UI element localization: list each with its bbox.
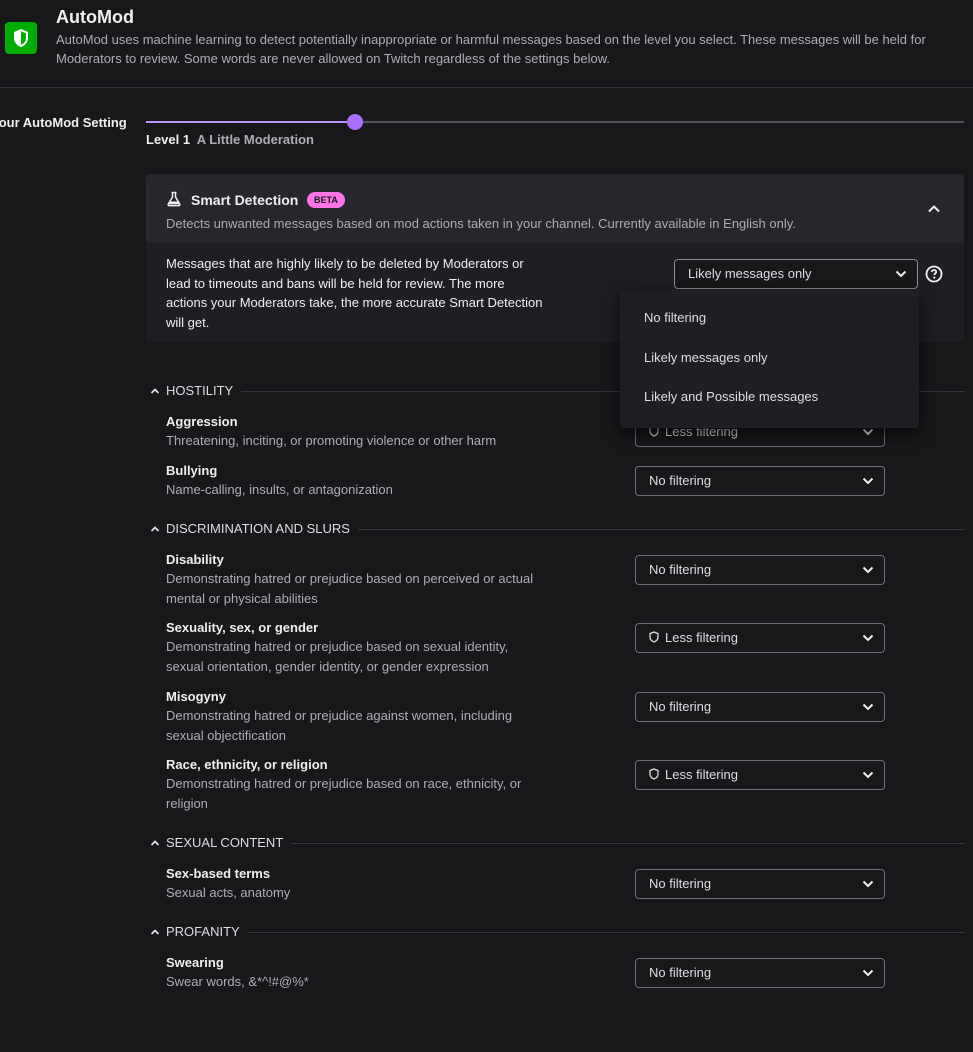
category-title: Sexuality, sex, or gender: [166, 620, 319, 635]
section-header-sexual-content[interactable]: SEXUAL CONTENT: [150, 835, 965, 851]
chevron-down-icon: [862, 428, 874, 436]
chevron-up-icon: [928, 205, 940, 213]
level-number: Level 1: [146, 132, 191, 147]
smart-detection-header: Smart Detection BETA Detects unwanted me…: [146, 174, 964, 242]
category-bullying: Bullying Name-calling, insults, or antag…: [166, 461, 546, 500]
select-value: No filtering: [649, 699, 712, 714]
caret-up-icon: [150, 840, 160, 846]
category-sexuality-sex-gender: Sexuality, sex, or gender Demonstrating …: [166, 618, 546, 676]
category-race-ethnicity-religion: Race, ethnicity, or religion Demonstrati…: [166, 755, 546, 813]
category-swearing: Swearing Swear words, &*^!#@%*: [166, 953, 546, 992]
disability-select[interactable]: No filtering: [635, 555, 885, 585]
slider-fill: [146, 121, 355, 123]
dropdown-option[interactable]: Likely messages only: [620, 340, 919, 376]
chevron-down-icon: [895, 270, 907, 278]
section-title: PROFANITY: [166, 924, 248, 939]
shield-icon: [649, 768, 659, 780]
smart-detection-dropdown-menu: No filtering Likely messages only Likely…: [620, 290, 919, 428]
chevron-down-icon: [862, 771, 874, 779]
chevron-down-icon: [862, 969, 874, 977]
category-description: Demonstrating hatred or prejudice based …: [166, 639, 509, 674]
shield-icon: [649, 631, 659, 643]
category-description: Demonstrating hatred or prejudice agains…: [166, 708, 513, 743]
category-description: Name-calling, insults, or antagonization: [166, 482, 393, 497]
category-title: Swearing: [166, 955, 224, 970]
category-description: Swear words, &*^!#@%*: [166, 974, 309, 989]
sex-based-terms-select[interactable]: No filtering: [635, 869, 885, 899]
category-title: Misogyny: [166, 689, 226, 704]
category-title: Disability: [166, 552, 224, 567]
beta-badge: BETA: [307, 192, 345, 208]
select-value: Likely messages only: [688, 266, 812, 281]
page-title: AutoMod: [56, 7, 134, 27]
select-value: No filtering: [649, 562, 712, 577]
section-header-profanity[interactable]: PROFANITY: [150, 924, 965, 940]
select-value: No filtering: [649, 876, 712, 891]
shield-icon: [5, 22, 37, 54]
category-aggression: Aggression Threatening, inciting, or pro…: [166, 412, 546, 451]
section-title: DISCRIMINATION AND SLURS: [166, 521, 358, 536]
select-value: No filtering: [649, 473, 712, 488]
category-misogyny: Misogyny Demonstrating hatred or prejudi…: [166, 687, 546, 745]
section-title: SEXUAL CONTENT: [166, 835, 292, 850]
category-title: Aggression: [166, 414, 238, 429]
smart-detection-description: Detects unwanted messages based on mod a…: [166, 216, 796, 231]
automod-level-slider[interactable]: [146, 112, 964, 132]
smart-detection-body: Messages that are highly likely to be de…: [166, 256, 543, 330]
page-description: AutoMod uses machine learning to detect …: [56, 32, 926, 66]
automod-setting-label: Your AutoMod Setting: [0, 115, 127, 130]
race-ethnicity-religion-select[interactable]: Less filtering: [635, 760, 885, 790]
chevron-down-icon: [862, 566, 874, 574]
automod-header: AutoMod AutoMod uses machine learning to…: [0, 0, 973, 88]
category-disability: Disability Demonstrating hatred or preju…: [166, 550, 546, 608]
section-divider: [166, 932, 965, 933]
swearing-select[interactable]: No filtering: [635, 958, 885, 988]
category-title: Race, ethnicity, or religion: [166, 757, 328, 772]
category-description: Demonstrating hatred or prejudice based …: [166, 571, 534, 606]
caret-up-icon: [150, 388, 160, 394]
bullying-select[interactable]: No filtering: [635, 466, 885, 496]
level-description: A Little Moderation: [196, 132, 314, 147]
section-header-discrimination[interactable]: DISCRIMINATION AND SLURS: [150, 521, 965, 537]
caret-up-icon: [150, 526, 160, 532]
select-value: No filtering: [649, 965, 712, 980]
misogyny-select[interactable]: No filtering: [635, 692, 885, 722]
level-indicator: Level 1 A Little Moderation: [146, 132, 314, 147]
chevron-down-icon: [862, 880, 874, 888]
chevron-down-icon: [862, 703, 874, 711]
chevron-down-icon: [862, 477, 874, 485]
smart-detection-title: Smart Detection: [191, 192, 299, 208]
collapse-button[interactable]: [922, 198, 946, 220]
dropdown-option[interactable]: No filtering: [620, 300, 919, 336]
help-icon[interactable]: [925, 265, 943, 283]
slider-thumb[interactable]: [346, 114, 363, 130]
select-value: Less filtering: [665, 630, 738, 645]
dropdown-option[interactable]: Likely and Possible messages: [620, 379, 919, 415]
flask-icon: [167, 191, 181, 207]
category-title: Sex-based terms: [166, 866, 271, 881]
select-value: Less filtering: [665, 767, 738, 782]
sexuality-select[interactable]: Less filtering: [635, 623, 885, 653]
chevron-down-icon: [862, 634, 874, 642]
category-sex-based-terms: Sex-based terms Sexual acts, anatomy: [166, 864, 546, 903]
smart-detection-select[interactable]: Likely messages only: [674, 259, 918, 289]
section-title: HOSTILITY: [166, 383, 242, 398]
caret-up-icon: [150, 929, 160, 935]
category-title: Bullying: [166, 463, 218, 478]
category-description: Threatening, inciting, or promoting viol…: [166, 433, 497, 448]
category-description: Sexual acts, anatomy: [166, 885, 291, 900]
category-description: Demonstrating hatred or prejudice based …: [166, 776, 522, 811]
